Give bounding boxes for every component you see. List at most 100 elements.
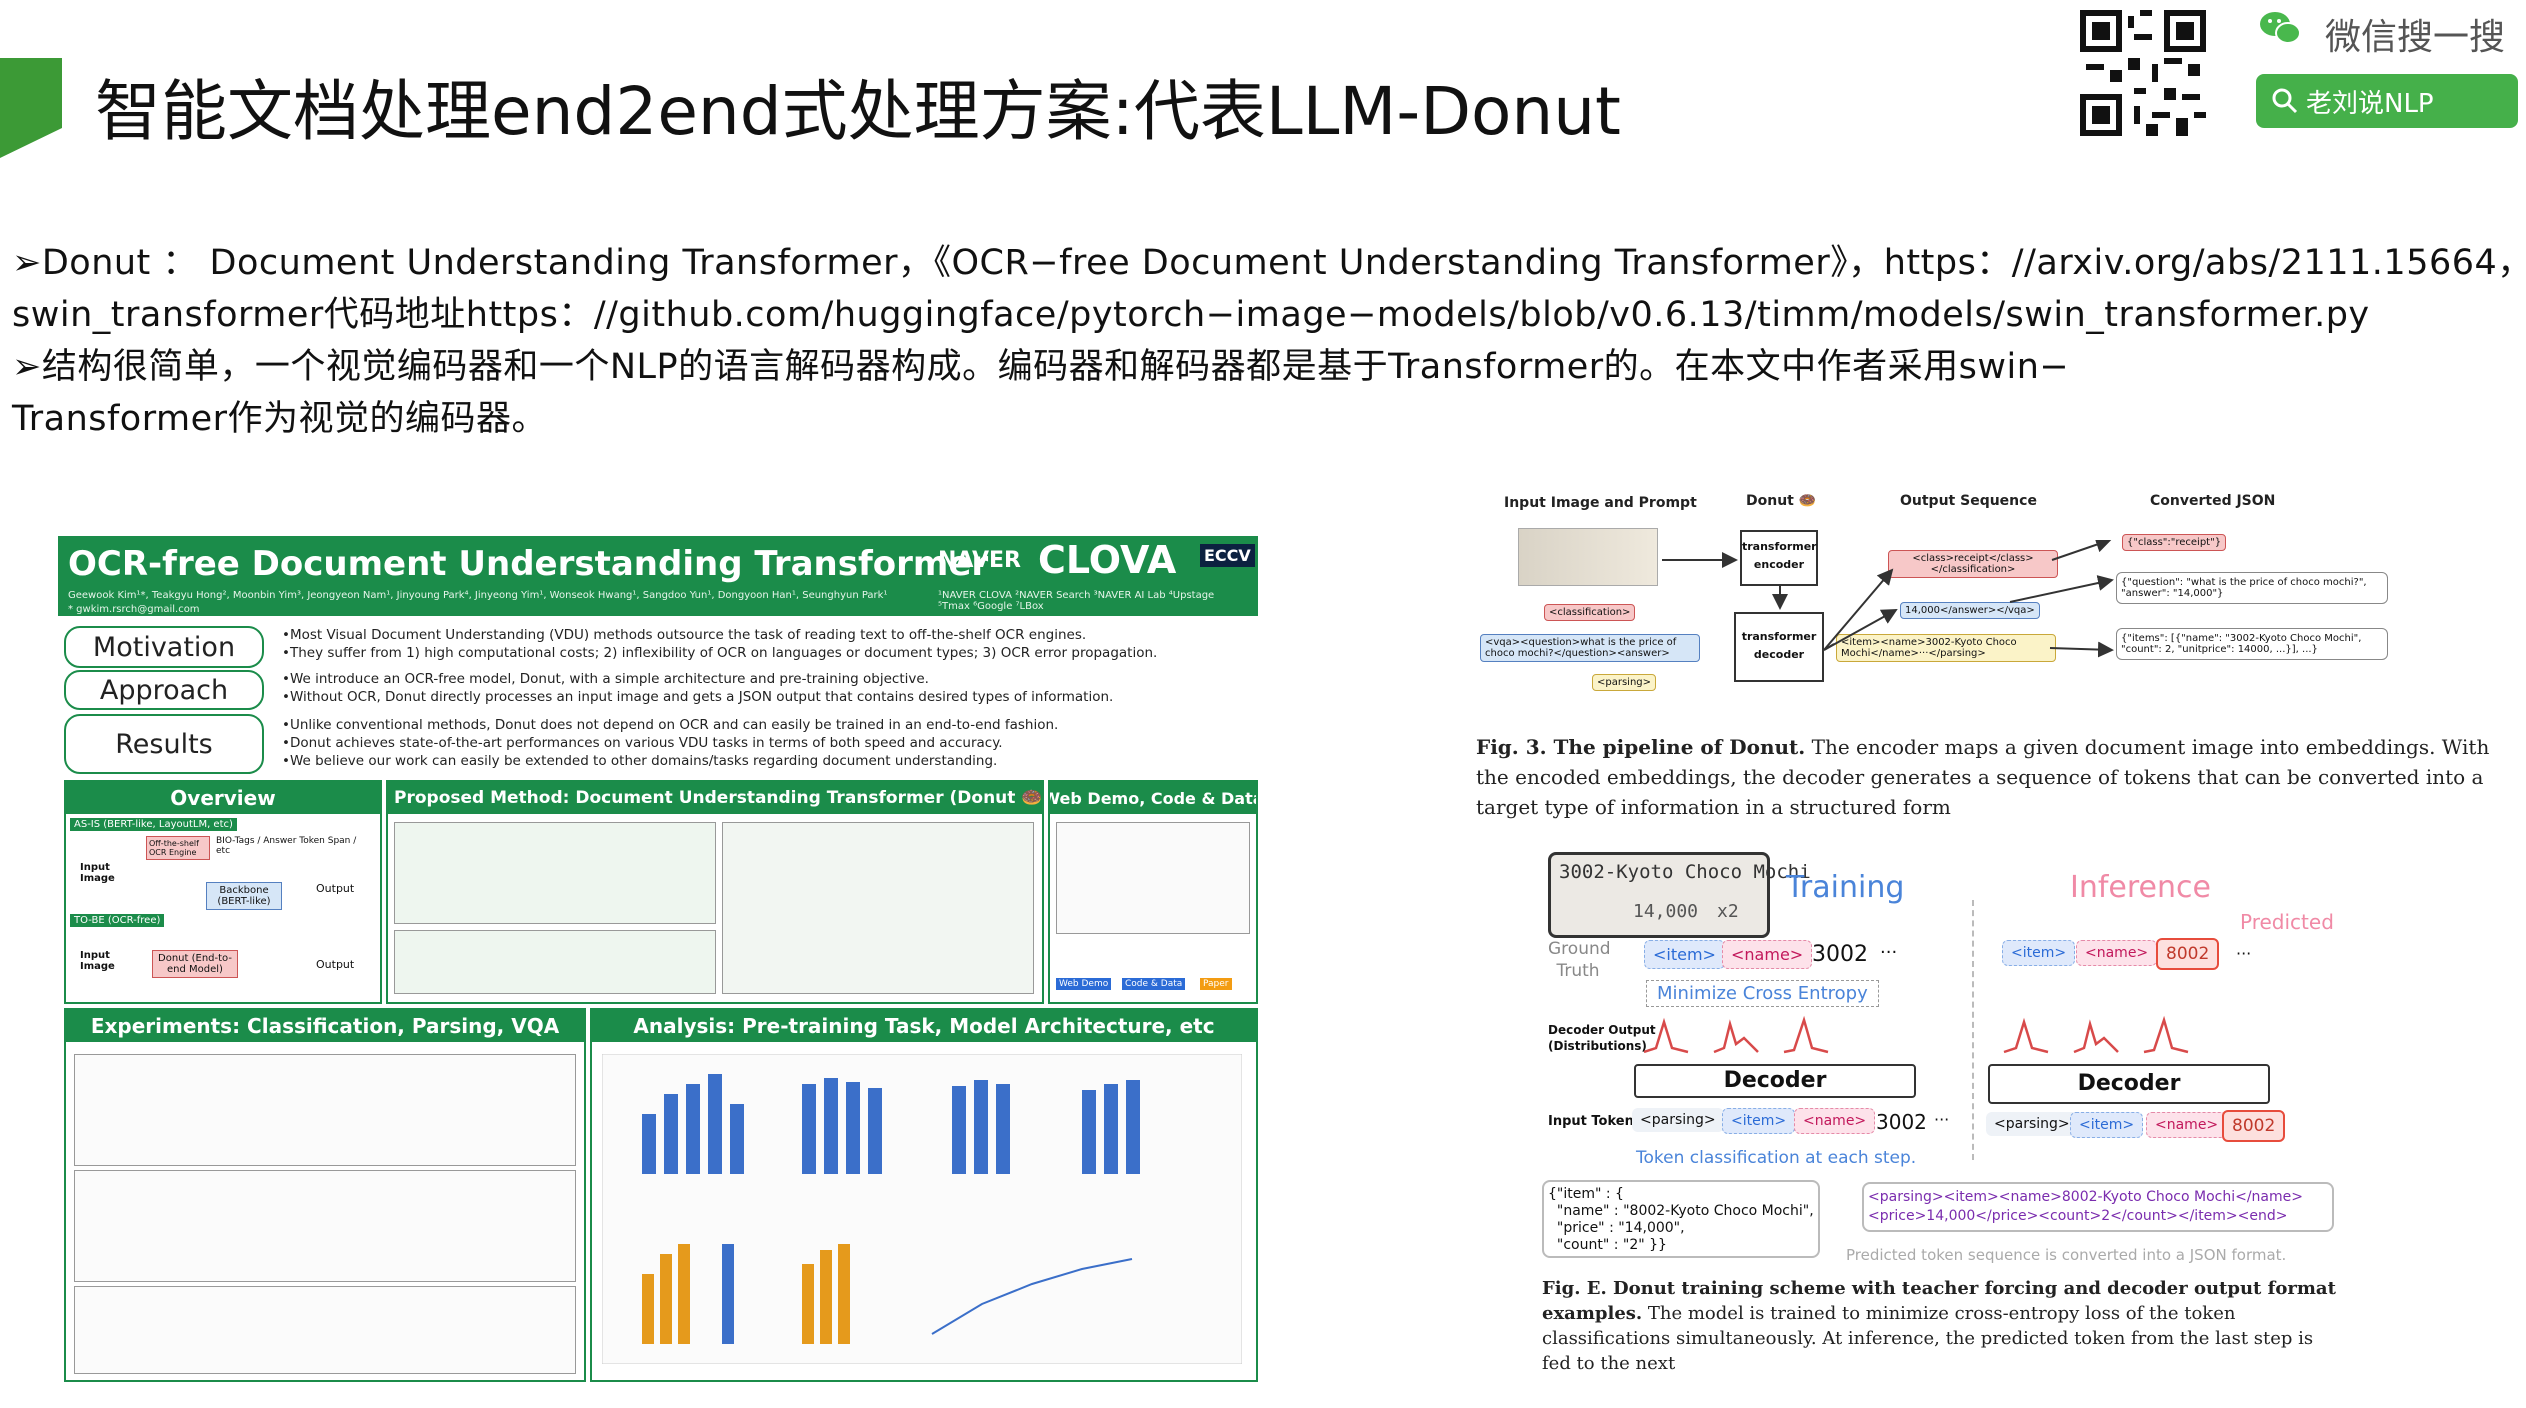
fige-predicted-label: Predicted <box>2240 910 2334 934</box>
fig3-receipt-image <box>1518 528 1658 586</box>
fige-pred-token-item: <item> <box>2002 940 2076 966</box>
analysis-title: Analysis: Pre-training Task, Model Archi… <box>592 1010 1256 1042</box>
poster-affiliations: ¹NAVER CLOVA ²NAVER Search ³NAVER AI Lab… <box>938 590 1215 612</box>
bullet: •Most Visual Document Understanding (VDU… <box>282 627 1087 643</box>
overview-output-2: Output <box>316 958 355 971</box>
poster-title: OCR-free Document Understanding Transfor… <box>68 544 989 584</box>
donut-poster: OCR-free Document Understanding Transfor… <box>58 536 1258 1382</box>
proposed-method-title: Proposed Method: Document Understanding … <box>388 782 1042 814</box>
overview-bio-label: BIO-Tags / Answer Token Span / etc <box>216 836 357 856</box>
fig3-json-parse: {"items": [{"name": "3002-Kyoto Choco Mo… <box>2116 628 2388 660</box>
architecture-thumbnail <box>394 822 716 924</box>
fig3-col-donut: Donut 🍩 <box>1746 493 1817 509</box>
bullet: •Unlike conventional methods, Donut does… <box>282 717 1059 733</box>
poster-authors: Geewook Kim¹*, Teakgyu Hong², Moonbin Yi… <box>68 590 888 601</box>
fige-in-token-parsing: <parsing> <box>1632 1108 1724 1132</box>
fige-gt-token-item: <item> <box>1644 940 1725 969</box>
fige-caption: Fig. E. Donut training scheme with teach… <box>1542 1276 2342 1376</box>
overview-donut-box: Donut (End-to-end Model) <box>152 950 238 978</box>
account-search-button[interactable]: 老刘说NLP <box>2256 74 2518 128</box>
fige-ground-truth-label: Ground Truth <box>1548 939 1611 981</box>
clova-logo: CLOVA <box>1038 538 1177 582</box>
proposed-method-panel: Proposed Method: Document Understanding … <box>386 780 1044 1004</box>
fige-caption-text: The model is trained to minimize cross-e… <box>1542 1303 2314 1374</box>
experiments-panel: Experiments: Classification, Parsing, VQ… <box>64 1008 586 1382</box>
body-line-3: ➢结构很简单，一个视觉编码器和一个NLP的语言解码器构成。编码器和解码器都是基于… <box>12 347 2070 387</box>
fige-receipt-crop: 3002-Kyoto Choco Mochi 14,000 x2 <box>1548 852 1811 938</box>
training-scheme-thumbnail <box>722 822 1034 994</box>
body-line-1: ➢Donut ： Document Understanding Transfor… <box>12 243 2526 283</box>
fige-receipt-qty: x2 <box>1717 901 1739 922</box>
fige-in-token-item: <item> <box>1722 1108 1796 1134</box>
analysis-panel: Analysis: Pre-training Task, Model Archi… <box>590 1008 1258 1382</box>
fige-decoder-infer: Decoder <box>1988 1064 2270 1104</box>
fig3-caption: Fig. 3. The pipeline of Donut. The encod… <box>1476 732 2500 822</box>
wechat-search-label: 微信搜一搜 <box>2325 17 2506 58</box>
search-icon <box>2272 88 2298 114</box>
fige-token-cls-note: Token classification at each step. <box>1636 1148 1917 1168</box>
fige-in-token-3002: 3002 <box>1876 1110 1927 1134</box>
demo-link-web[interactable]: Web Demo <box>1056 978 1112 990</box>
bullet: •Without OCR, Donut directly processes a… <box>282 689 1114 705</box>
fige-pred-token-name: <name> <box>2076 940 2158 966</box>
demo-panel: Web Demo, Code & Data Web Demo Code & Da… <box>1048 780 1258 1004</box>
fig3-prompt-parse: <parsing> <box>1592 674 1657 691</box>
parsing-table-thumbnail <box>74 1170 576 1282</box>
body-line-2: swin_transformer代码地址https：//github.com/h… <box>12 295 2370 335</box>
overview-ocr-box: Off-the-shelf OCR Engine <box>146 836 210 860</box>
fige-gt-token-3002: 3002 <box>1812 942 1868 967</box>
overview-title: Overview <box>66 782 380 814</box>
approach-pill: Approach <box>64 670 264 710</box>
fige-decoder-output-label: Decoder Output (Distributions) <box>1548 1023 1656 1053</box>
vqa-table-thumbnail <box>74 1286 576 1374</box>
fige-receipt-text: 3002-Kyoto Choco Mochi <box>1559 861 1811 883</box>
fige-decoder-train: Decoder <box>1634 1064 1916 1098</box>
overview-backbone-box: Backbone (BERT-like) <box>206 882 282 910</box>
fige-in-token-name: <name> <box>1794 1108 1876 1134</box>
fig3-json-vqa: {"question": "what is the price of choco… <box>2116 572 2388 604</box>
fig3-col-input: Input Image and Prompt <box>1504 495 1697 511</box>
demo-title: Web Demo, Code & Data <box>1050 782 1256 814</box>
bullet: •Donut achieves state-of-the-art perform… <box>282 735 1003 751</box>
bullet: •We introduce an OCR-free model, Donut, … <box>282 671 929 687</box>
account-name: 老刘说NLP <box>2306 88 2434 119</box>
fige-pred-token-8002: 8002 <box>2156 938 2220 970</box>
fige-inf-token-8002: 8002 <box>2222 1110 2286 1142</box>
fige-inf-token-parsing: <parsing> <box>1986 1112 2078 1136</box>
bullet: •We believe our work can easily be exten… <box>282 753 998 769</box>
overview-panel: Overview AS-IS (BERT-like, LayoutLM, etc… <box>64 780 382 1004</box>
fige-gt-token-more: ··· <box>1880 942 1898 963</box>
overview-tobe-label: TO-BE (OCR-free) <box>70 914 165 927</box>
fige-min-ce: Minimize Cross Entropy <box>1646 980 1879 1007</box>
fige-gt-token-name: <name> <box>1722 940 1813 969</box>
results-pill: Results <box>64 714 264 774</box>
fige-inf-token-name: <name> <box>2146 1112 2228 1138</box>
fig3-col-output: Output Sequence <box>1900 493 2037 509</box>
overview-asis-label: AS-IS (BERT-like, LayoutLM, etc) <box>70 818 237 831</box>
qr-code-icon <box>2080 10 2206 136</box>
body-line-4: Transformer作为视觉的编码器。 <box>12 399 548 439</box>
naver-logo: NAVER <box>938 548 1021 573</box>
fige-distributions <box>1644 1015 2189 1054</box>
fige-training-label: Training <box>1786 870 1905 905</box>
eccv-logo: ECCV <box>1200 544 1255 567</box>
fige-pred-token-more: ··· <box>2236 944 2252 963</box>
bullet: •They suffer from 1) high computational … <box>282 645 1158 661</box>
classification-table-thumbnail <box>74 1054 576 1166</box>
demo-link-paper[interactable]: Paper <box>1200 978 1232 990</box>
wechat-search-icon <box>2260 12 2301 44</box>
synth-doc-thumbnail <box>394 930 716 994</box>
fig3-prompt-class: <classification> <box>1544 604 1636 621</box>
fige-in-token-more: ··· <box>1934 1110 1950 1129</box>
motivation-pill: Motivation <box>64 626 264 668</box>
fige-receipt-price: 14,000 <box>1633 901 1699 922</box>
page-title: 智能文档处理end2end式处理方案:代表LLM-Donut <box>95 73 1621 150</box>
overview-input-1: Input Image <box>80 862 115 884</box>
fig3-col-json: Converted JSON <box>2150 493 2276 509</box>
poster-email: * gwkim.rsrch@gmail.com <box>68 604 200 615</box>
poster-header: OCR-free Document Understanding Transfor… <box>58 536 1258 616</box>
header-accent-bar <box>0 58 62 158</box>
demo-link-code[interactable]: Code & Data <box>1122 978 1186 990</box>
fige-seq-output: <parsing><item><name>8002-Kyoto Choco Mo… <box>1862 1182 2334 1232</box>
fig3-arrows <box>1662 540 2114 658</box>
